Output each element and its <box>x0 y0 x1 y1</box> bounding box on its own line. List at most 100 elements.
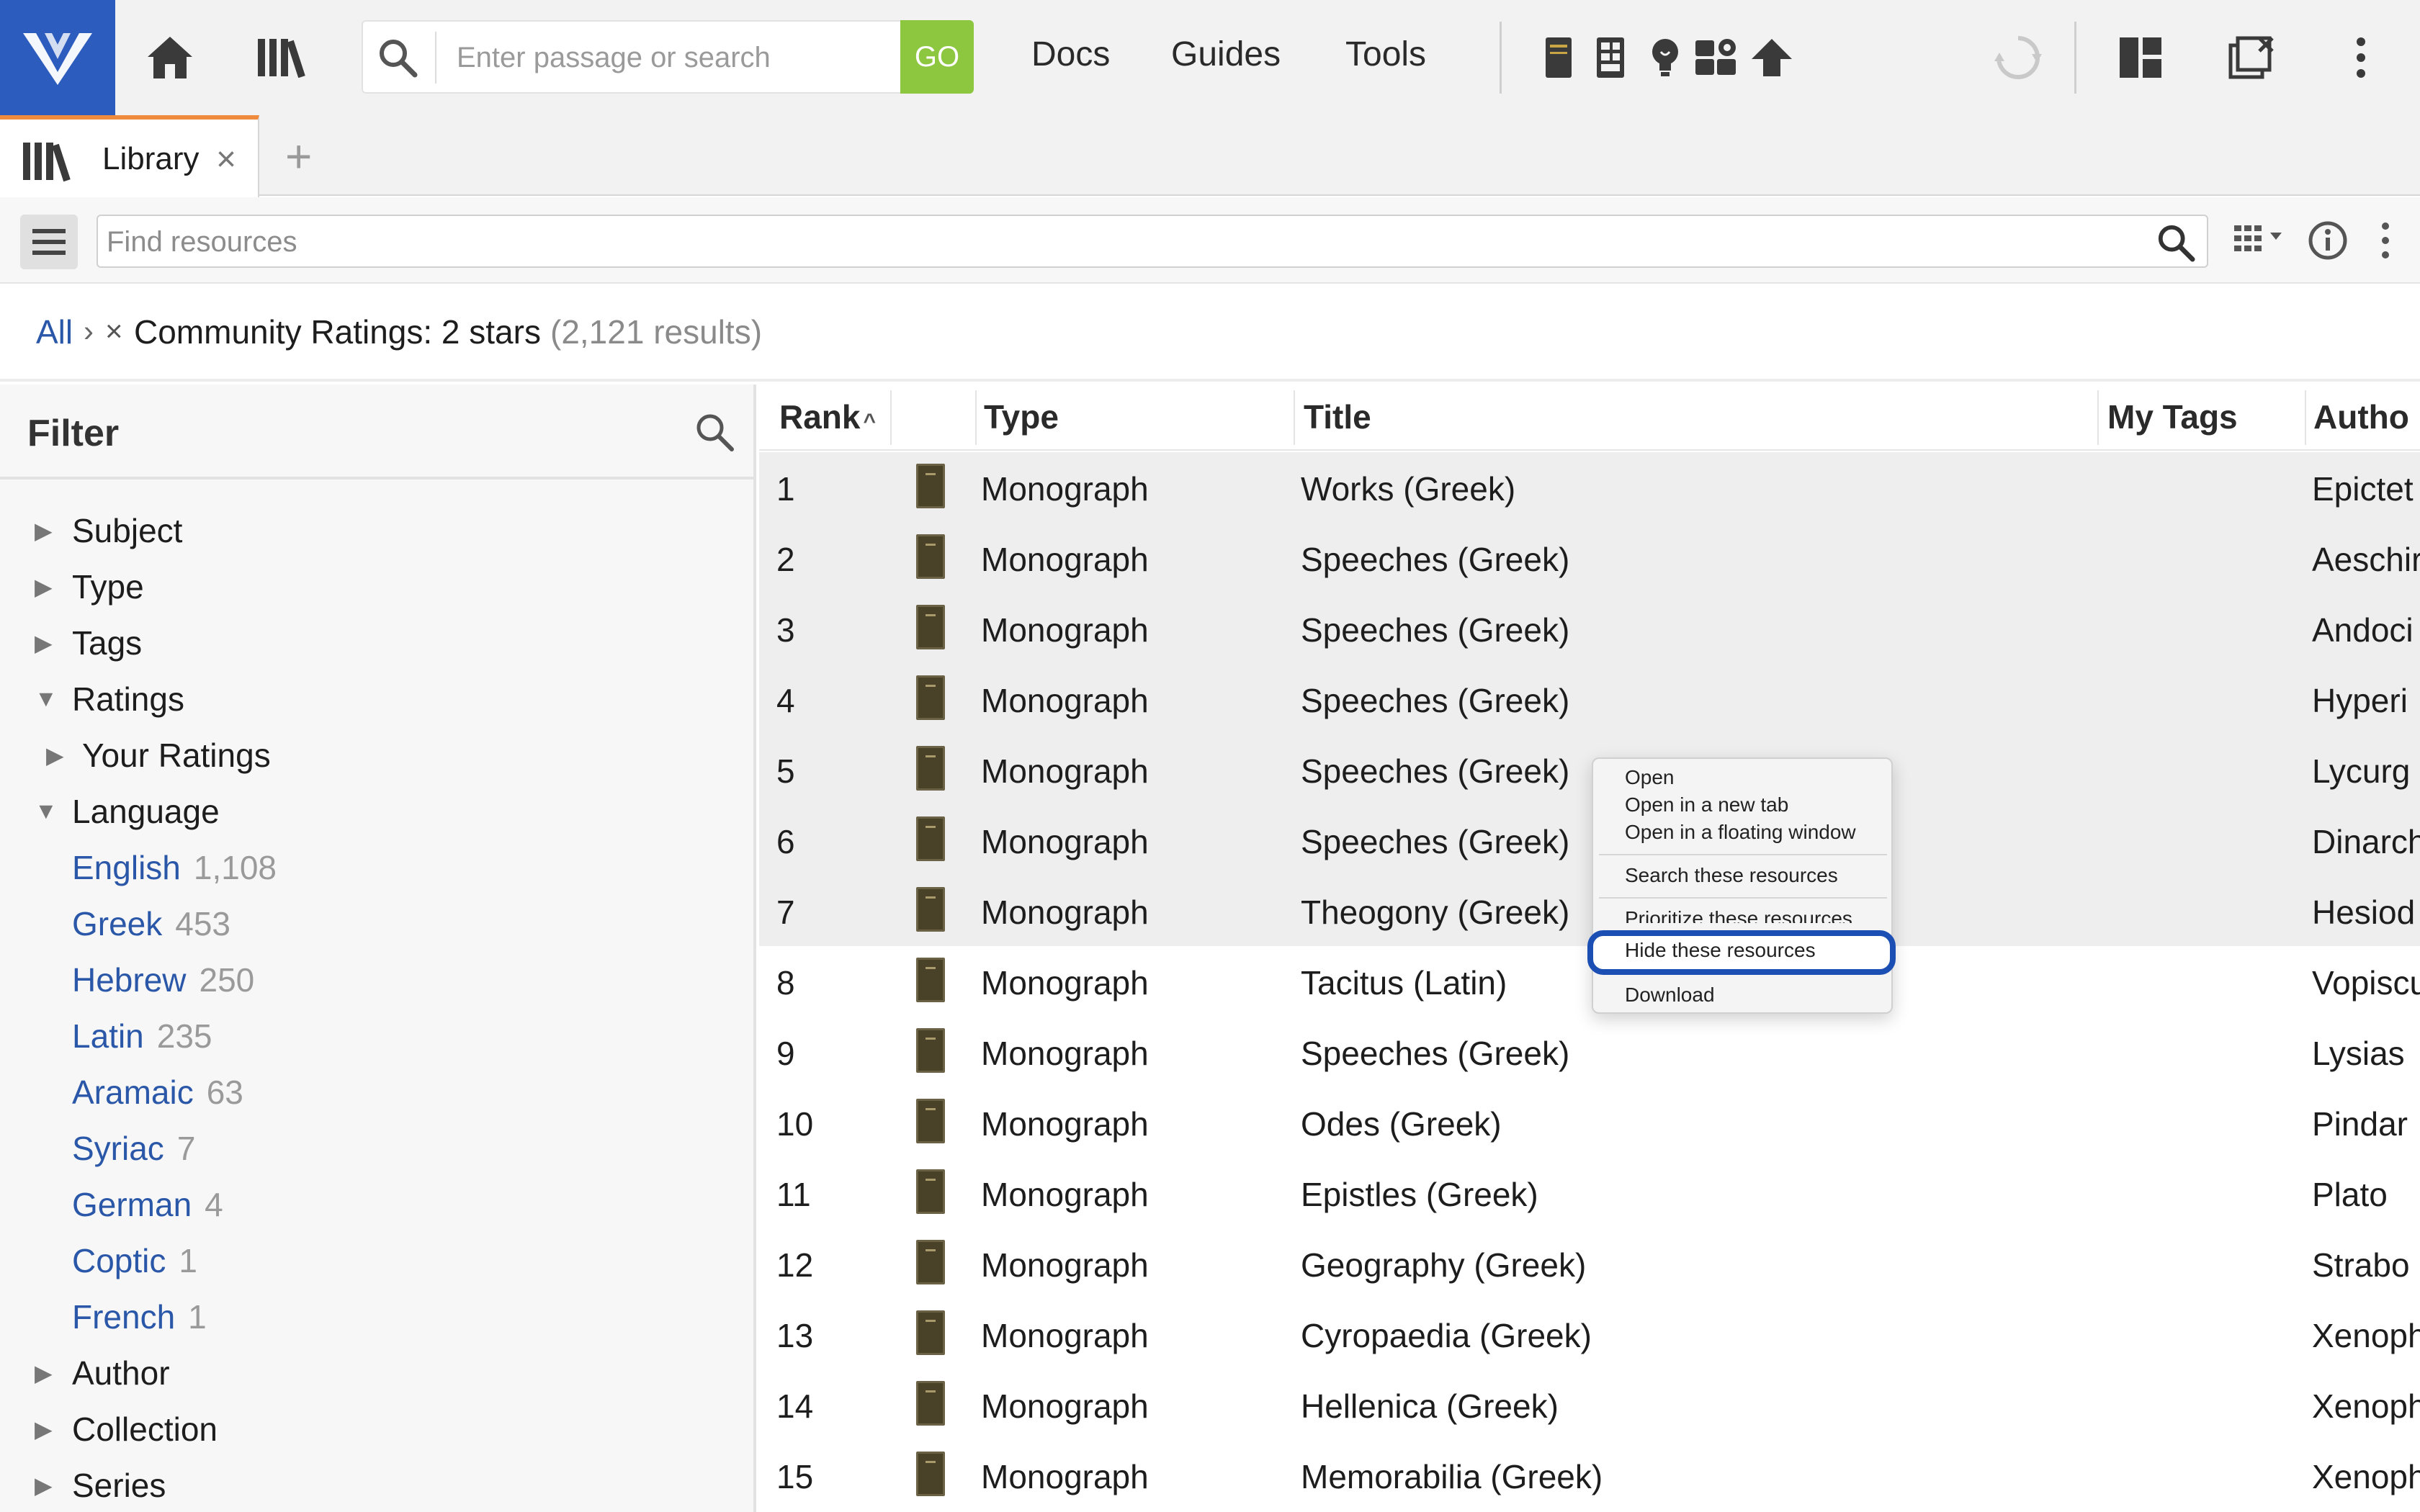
facet-author[interactable]: ▶ Author <box>35 1354 170 1392</box>
lightbulb-icon[interactable] <box>1636 29 1694 86</box>
add-tab-button[interactable]: + <box>285 130 312 183</box>
find-resources-input[interactable] <box>107 220 2123 264</box>
menu-separator <box>1599 854 1887 855</box>
table-row[interactable]: 3 Monograph Speeches (Greek) Andoci <box>759 593 2420 664</box>
table-row[interactable]: 15 Monograph Memorabilia (Greek) Xenoph <box>759 1440 2420 1511</box>
menu-item-download[interactable]: Download <box>1625 984 1715 1007</box>
expand-triangle-icon: ▶ <box>35 1360 53 1386</box>
remove-filter-icon[interactable]: × <box>105 314 123 348</box>
layouts-icon[interactable] <box>2112 29 2169 86</box>
table-row[interactable]: 7 Monograph Theogony (Greek) Hesiod <box>759 876 2420 946</box>
facet-subject[interactable]: ▶ Subject <box>35 511 182 550</box>
language-option[interactable]: Aramaic 63 <box>72 1073 243 1112</box>
go-button[interactable]: GO <box>900 20 974 94</box>
table-row[interactable]: 5 Monograph Speeches (Greek) Lycurg <box>759 734 2420 805</box>
menu-item-hide-these-resources[interactable]: Hide these resources <box>1587 930 1896 975</box>
breadcrumb: All › × Community Ratings: 2 stars (2,12… <box>0 285 2420 382</box>
facet-tags[interactable]: ▶ Tags <box>35 624 142 662</box>
more-vertical-icon[interactable] <box>2332 29 2390 86</box>
menu-item-open[interactable]: Open <box>1625 766 1675 789</box>
facet-language[interactable]: ▼ Language <box>35 792 220 831</box>
sync-icon[interactable] <box>1989 29 2047 86</box>
table-row[interactable]: 10 Monograph Odes (Greek) Pindar <box>759 1087 2420 1158</box>
language-option[interactable]: French 1 <box>72 1297 207 1336</box>
puzzle-icon[interactable] <box>1688 29 1746 86</box>
layout-document-icon[interactable] <box>1582 29 1639 86</box>
column-header-type[interactable]: Type <box>984 397 1059 436</box>
nav-guides[interactable]: Guides <box>1171 35 1281 74</box>
hamburger-icon <box>32 229 66 255</box>
facet-your-ratings[interactable]: ▶ Your Ratings <box>46 736 271 775</box>
facet-collection[interactable]: ▶ Collection <box>35 1410 218 1449</box>
search-icon[interactable] <box>2156 223 2195 262</box>
table-row[interactable]: 1 Monograph Works (Greek) Epictet <box>759 452 2420 523</box>
book-icon <box>916 605 945 649</box>
search-icon[interactable] <box>377 37 418 78</box>
passage-search-input[interactable] <box>457 35 874 81</box>
column-header-author[interactable]: Autho <box>2313 397 2409 436</box>
column-divider <box>975 390 977 445</box>
book-icon <box>916 1310 945 1355</box>
library-toolbar <box>0 197 2420 284</box>
book-icon <box>916 1169 945 1214</box>
panel-menu-button[interactable] <box>20 215 78 269</box>
column-divider <box>1294 390 1295 445</box>
tab-library[interactable]: Library × <box>0 115 259 197</box>
result-count: (2,121 results) <box>550 313 763 351</box>
column-header-title[interactable]: Title <box>1304 397 1371 436</box>
table-row[interactable]: 12 Monograph Geography (Greek) Strabo <box>759 1228 2420 1299</box>
menu-item-search-these-resources[interactable]: Search these resources <box>1625 864 1838 887</box>
expand-triangle-icon: ▶ <box>35 574 53 600</box>
library-icon[interactable] <box>254 29 311 86</box>
book-icon <box>916 1028 945 1073</box>
toolbar-divider-2 <box>2074 22 2076 94</box>
search-icon[interactable] <box>694 412 735 452</box>
menu-separator <box>1599 897 1887 899</box>
book-icon <box>916 1240 945 1284</box>
breadcrumb-all-link[interactable]: All <box>36 312 73 351</box>
table-row[interactable]: 14 Monograph Hellenica (Greek) Xenoph <box>759 1369 2420 1440</box>
language-option[interactable]: Syriac 7 <box>72 1129 195 1168</box>
language-option[interactable]: German 4 <box>72 1185 223 1224</box>
nav-tools[interactable]: Tools <box>1345 35 1426 74</box>
column-header-rank[interactable]: Rank ^ <box>779 397 876 436</box>
facet-series[interactable]: ▶ Series <box>35 1466 166 1505</box>
menu-item-open-floating-window[interactable]: Open in a floating window <box>1625 821 1856 844</box>
collapse-triangle-icon: ▼ <box>35 798 58 824</box>
expand-triangle-icon: ▶ <box>35 1416 53 1442</box>
close-icon[interactable]: × <box>216 140 236 179</box>
column-header-my-tags[interactable]: My Tags <box>2107 397 2238 436</box>
language-option[interactable]: English 1,108 <box>72 848 277 887</box>
table-row[interactable]: 13 Monograph Cyropaedia (Greek) Xenoph <box>759 1299 2420 1369</box>
menu-item-open-new-tab[interactable]: Open in a new tab <box>1625 793 1788 816</box>
book-icon[interactable] <box>1530 29 1587 86</box>
facet-type[interactable]: ▶ Type <box>35 567 144 606</box>
table-row[interactable]: 4 Monograph Speeches (Greek) Hyperi <box>759 664 2420 734</box>
more-vertical-icon[interactable] <box>2357 212 2414 269</box>
view-options-icon[interactable] <box>2233 212 2290 269</box>
facet-ratings[interactable]: ▼ Ratings <box>35 680 184 719</box>
expand-triangle-icon: ▶ <box>35 1472 53 1498</box>
language-option[interactable]: Greek 453 <box>72 904 230 943</box>
logos-logo-icon[interactable] <box>0 0 115 115</box>
table-row[interactable]: 6 Monograph Speeches (Greek) Dinarch <box>759 805 2420 876</box>
menu-item-label: Hide these resources <box>1625 939 1816 961</box>
info-icon[interactable] <box>2299 212 2357 269</box>
table-row[interactable]: 11 Monograph Epistles (Greek) Plato <box>759 1158 2420 1228</box>
tab-label: Library <box>102 141 200 176</box>
close-windows-icon[interactable] <box>2223 29 2280 86</box>
search-divider <box>435 32 436 84</box>
home-icon[interactable] <box>141 29 199 86</box>
language-option[interactable]: Hebrew 250 <box>72 960 254 999</box>
arrow-up-icon[interactable] <box>1743 29 1801 86</box>
table-row[interactable]: 2 Monograph Speeches (Greek) Aeschir <box>759 523 2420 593</box>
app-top-bar: GO Docs Guides Tools <box>0 0 2420 115</box>
language-option[interactable]: Coptic 1 <box>72 1241 197 1280</box>
menu-item-prioritize-these-resources[interactable]: Prioritize these resources <box>1625 907 1852 923</box>
tab-bar: Library × + <box>0 115 2420 197</box>
book-icon <box>916 675 945 720</box>
table-row[interactable]: 9 Monograph Speeches (Greek) Lysias <box>759 1017 2420 1087</box>
language-option[interactable]: Latin 235 <box>72 1017 212 1056</box>
book-icon <box>916 1452 945 1496</box>
nav-docs[interactable]: Docs <box>1031 35 1110 74</box>
